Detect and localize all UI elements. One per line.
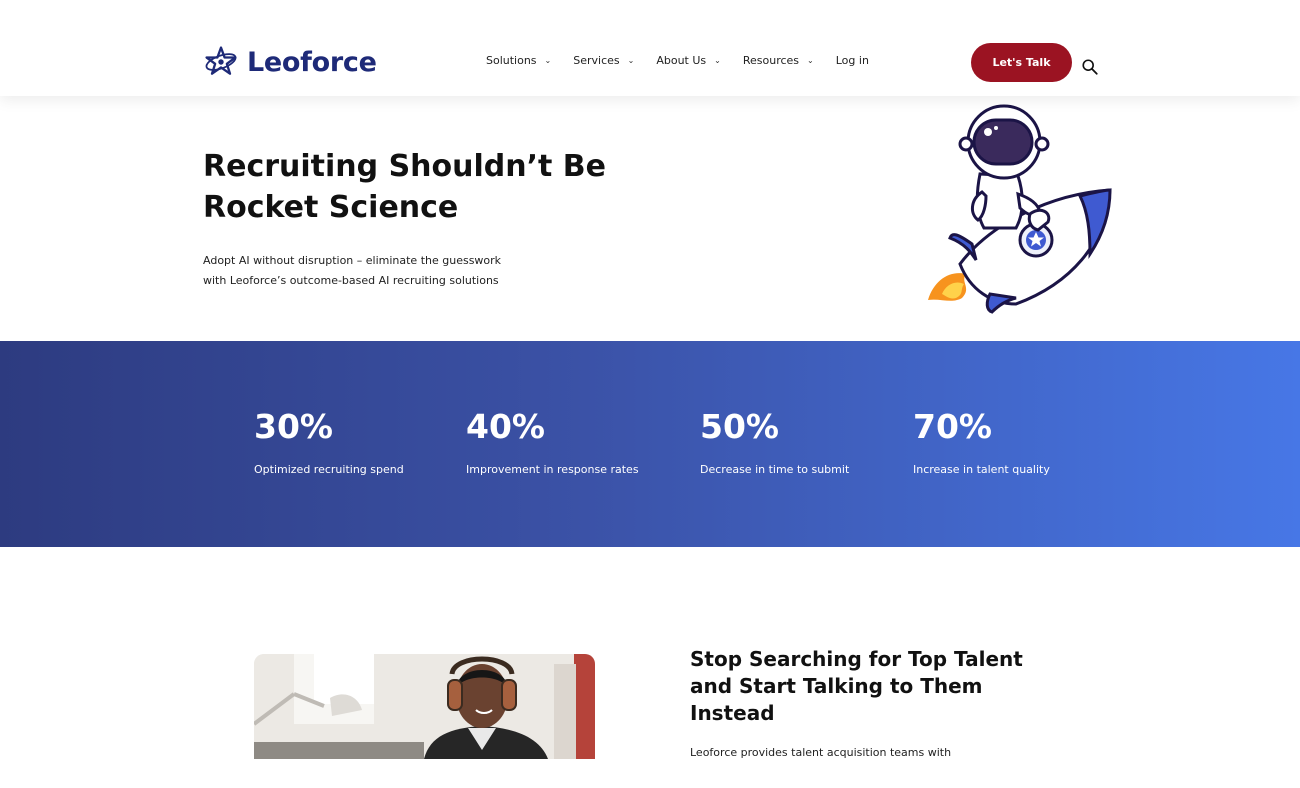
- nav-item-solutions[interactable]: Solutions ⌄: [486, 54, 551, 67]
- chevron-down-icon: ⌄: [714, 56, 721, 65]
- stat-item: 50% Decrease in time to submit: [700, 407, 849, 476]
- stat-label: Optimized recruiting spend: [254, 463, 404, 476]
- main-nav: Solutions ⌄ Services ⌄ About Us ⌄ Resour…: [486, 54, 891, 67]
- chevron-down-icon: ⌄: [627, 56, 635, 65]
- stat-item: 40% Improvement in response rates: [466, 407, 639, 476]
- nav-item-label: About Us: [656, 54, 707, 67]
- stat-label: Increase in talent quality: [913, 463, 1050, 476]
- stat-label: Improvement in response rates: [466, 463, 639, 476]
- chevron-down-icon: ⌄: [807, 56, 814, 65]
- nav-item-label: Services: [573, 54, 620, 67]
- hero-subtitle-line-1: Adopt AI without disruption – eliminate …: [203, 254, 502, 267]
- feature-text: Leoforce provides talent acquisition tea…: [690, 746, 952, 759]
- feature-title: Stop Searching for Top Talent and Start …: [690, 647, 1023, 725]
- chevron-down-icon: ⌄: [544, 56, 552, 65]
- stat-value: 40%: [466, 407, 545, 446]
- search-icon[interactable]: [1081, 58, 1099, 76]
- hero-subtitle: Adopt AI without disruption – eliminate …: [203, 251, 523, 291]
- stats-band: 30% Optimized recruiting spend 40% Impro…: [0, 341, 1300, 547]
- nav-item-label: Log in: [835, 54, 869, 67]
- stat-value: 30%: [254, 407, 333, 446]
- lets-talk-button[interactable]: Let's Talk: [971, 43, 1072, 82]
- nav-item-about-us[interactable]: About Us ⌄: [656, 54, 721, 67]
- hero-subtitle-line-2: with Leoforce’s outcome-based AI recruit…: [203, 274, 499, 287]
- hero-title-line-1: Recruiting Shouldn’t Be: [203, 149, 607, 184]
- man-with-headphones-photo: [254, 654, 595, 759]
- hero-title: Recruiting Shouldn’t Be Rocket Science: [203, 146, 663, 228]
- stat-item: 70% Increase in talent quality: [913, 407, 1050, 476]
- logo-text: Leoforce: [247, 46, 377, 78]
- nav-item-resources[interactable]: Resources ⌄: [743, 54, 814, 67]
- nav-item-label: Solutions: [486, 54, 537, 67]
- nav-item-label: Resources: [742, 54, 800, 67]
- hero-title-line-2: Rocket Science: [203, 190, 459, 225]
- site-header: Leoforce Solutions ⌄ Services ⌄ About Us…: [0, 0, 1300, 96]
- nav-item-log-in[interactable]: Log in: [836, 54, 869, 67]
- stat-value: 70%: [913, 407, 992, 446]
- stat-label: Decrease in time to submit: [700, 463, 850, 476]
- stat-item: 30% Optimized recruiting spend: [254, 407, 404, 476]
- nav-item-services[interactable]: Services ⌄: [573, 54, 634, 67]
- stat-value: 50%: [700, 407, 779, 446]
- logo[interactable]: Leoforce: [203, 44, 377, 80]
- star-orbit-icon: [205, 46, 237, 75]
- astronaut-on-rocket-illustration: [928, 104, 1112, 314]
